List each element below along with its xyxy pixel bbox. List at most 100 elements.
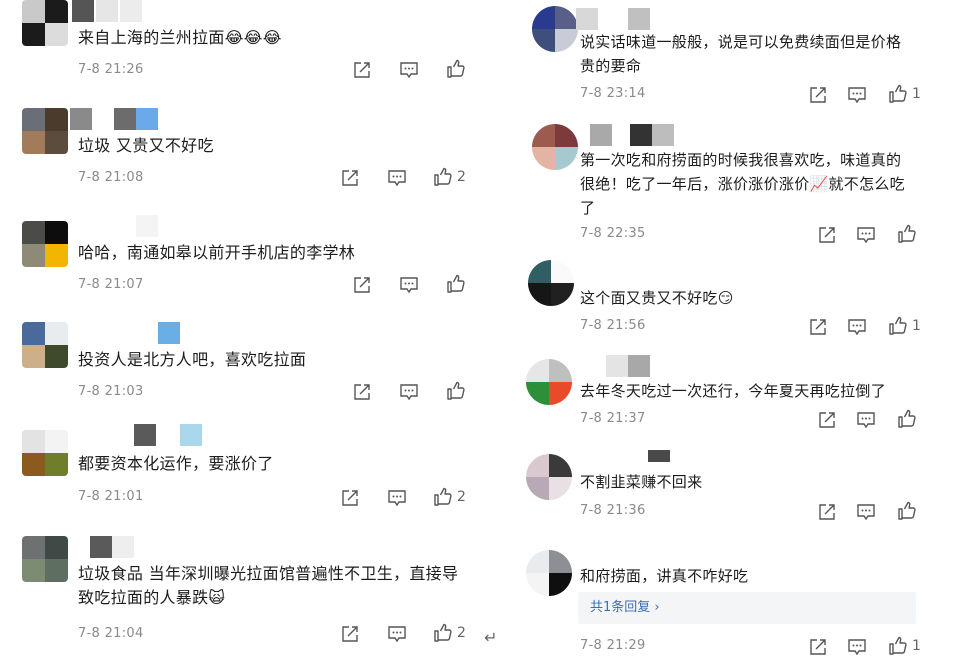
comment-text: 投资人是北方人吧，喜欢吃拉面: [78, 350, 307, 369]
view-replies-link[interactable]: 共1条回复 ›: [578, 592, 916, 624]
like-button[interactable]: [897, 408, 929, 430]
comment-item: 和府捞面，讲真不咋好吃 共1条回复 › 7-8 21:29 1: [520, 546, 965, 660]
like-button[interactable]: 1: [888, 315, 921, 337]
avatar[interactable]: [22, 536, 68, 582]
forward-icon: [817, 502, 837, 522]
username-blurred[interactable]: [70, 536, 160, 558]
forward-button[interactable]: [352, 59, 372, 81]
forward-button[interactable]: [808, 316, 828, 338]
forward-icon: [808, 317, 828, 337]
comment-icon: [847, 85, 867, 105]
like-count: 1: [912, 86, 921, 102]
avatar[interactable]: [526, 454, 572, 500]
comment-icon: [399, 382, 419, 402]
forward-icon: [340, 168, 360, 188]
username-blurred[interactable]: [606, 355, 666, 377]
avatar[interactable]: [532, 124, 578, 170]
like-button[interactable]: [446, 380, 478, 402]
comment-button[interactable]: [387, 623, 407, 645]
comment-icon: [399, 275, 419, 295]
comment-time: 7-8 21:07: [78, 277, 144, 292]
avatar[interactable]: [22, 0, 68, 46]
like-button[interactable]: [446, 58, 478, 80]
comment-text: 说实话味道一般般，说是可以免费续面但是价格贵的要命: [580, 33, 902, 75]
username-blurred[interactable]: [648, 450, 672, 472]
forward-button[interactable]: [340, 487, 360, 509]
comment-button[interactable]: [399, 59, 419, 81]
comment-time: 7-8 21:01: [78, 489, 144, 504]
username-blurred[interactable]: [70, 424, 210, 446]
forward-button[interactable]: [352, 274, 372, 296]
comment-icon: [387, 624, 407, 644]
avatar[interactable]: [526, 359, 572, 405]
comment-button[interactable]: [387, 167, 407, 189]
like-icon: [888, 636, 908, 656]
forward-button[interactable]: [340, 167, 360, 189]
return-arrow-icon: ↵: [484, 628, 498, 647]
avatar[interactable]: [532, 6, 578, 52]
comment-icon: [847, 317, 867, 337]
like-button[interactable]: 2: [433, 166, 466, 188]
comment-item: 垃圾食品 当年深圳曝光拉面馆普遍性不卫生，直接导致吃拉面的人暴跌🙀 7-8 21…: [0, 536, 500, 660]
forward-icon: [340, 624, 360, 644]
forward-button[interactable]: [340, 623, 360, 645]
forward-button[interactable]: [817, 409, 837, 431]
comment-button[interactable]: [856, 501, 876, 523]
like-button[interactable]: 1: [888, 635, 921, 657]
username-blurred[interactable]: [576, 8, 656, 30]
avatar[interactable]: [22, 430, 68, 476]
like-icon: [446, 59, 466, 79]
comment-button[interactable]: [847, 636, 867, 658]
like-button[interactable]: [446, 273, 478, 295]
comment-icon: [387, 168, 407, 188]
comment-item: 都要资本化运作，要涨价了 7-8 21:01 2: [0, 424, 500, 530]
like-count: 2: [457, 625, 466, 641]
like-button[interactable]: [897, 223, 929, 245]
comment-time: 7-8 21:04: [78, 626, 144, 641]
forward-button[interactable]: [808, 636, 828, 658]
like-button[interactable]: [897, 500, 929, 522]
comment-button[interactable]: [399, 381, 419, 403]
like-icon: [897, 224, 917, 244]
comment-text: 垃圾 又贵又不好吃: [78, 136, 214, 155]
comment-button[interactable]: [856, 224, 876, 246]
comment-button[interactable]: [847, 84, 867, 106]
comment-text: 和府捞面，讲真不咋好吃: [580, 567, 749, 585]
comment-item: 垃圾 又贵又不好吃 7-8 21:08 2: [0, 108, 500, 208]
comment-button[interactable]: [856, 409, 876, 431]
forward-button[interactable]: [352, 381, 372, 403]
avatar[interactable]: [526, 550, 572, 596]
avatar[interactable]: [22, 221, 68, 267]
comment-text: 来自上海的兰州拉面😂😂😂: [78, 28, 282, 47]
username-blurred[interactable]: [72, 0, 162, 22]
comment-time: 7-8 21:29: [580, 638, 646, 653]
forward-button[interactable]: [817, 224, 837, 246]
forward-button[interactable]: [808, 84, 828, 106]
forward-button[interactable]: [817, 501, 837, 523]
comment-icon: [856, 225, 876, 245]
forward-icon: [352, 275, 372, 295]
like-icon: [888, 84, 908, 104]
comment-text: 垃圾食品 当年深圳曝光拉面馆普遍性不卫生，直接导致吃拉面的人暴跌🙀: [78, 564, 459, 607]
comment-button[interactable]: [399, 274, 419, 296]
username-blurred[interactable]: [70, 215, 165, 237]
like-button[interactable]: 2: [433, 486, 466, 508]
like-icon: [897, 501, 917, 521]
avatar[interactable]: [22, 322, 68, 368]
username-blurred[interactable]: [590, 124, 680, 146]
avatar[interactable]: [22, 108, 68, 154]
forward-icon: [817, 410, 837, 430]
like-button[interactable]: 1: [888, 83, 921, 105]
username-blurred[interactable]: [70, 108, 165, 130]
comment-button[interactable]: [847, 316, 867, 338]
avatar[interactable]: [528, 260, 574, 306]
comment-time: 7-8 21:03: [78, 384, 144, 399]
like-icon: [433, 167, 453, 187]
comment-item: 去年冬天吃过一次还行，今年夏天再吃拉倒了 7-8 21:37: [520, 355, 965, 445]
like-button[interactable]: 2: [433, 622, 466, 644]
username-blurred[interactable]: [70, 322, 180, 344]
like-count: 2: [457, 169, 466, 185]
like-count: 1: [912, 318, 921, 334]
like-icon: [897, 409, 917, 429]
comment-button[interactable]: [387, 487, 407, 509]
